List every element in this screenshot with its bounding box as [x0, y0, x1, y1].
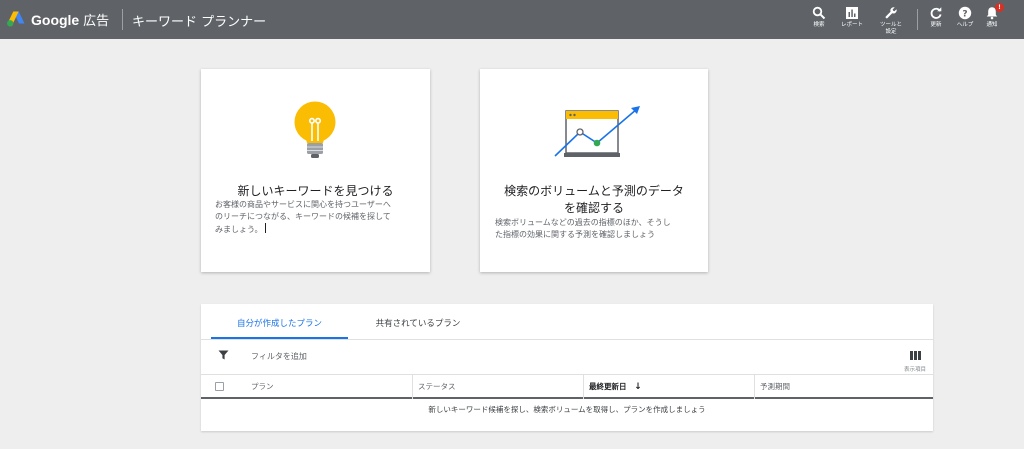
reports-button[interactable]: レポート	[834, 6, 870, 29]
column-header-status[interactable]: ステータス	[418, 375, 456, 399]
tab-my-plans[interactable]: 自分が作成したプラン	[211, 304, 348, 339]
svg-text:?: ?	[962, 9, 967, 19]
column-header-forecast-period[interactable]: 予測期間	[760, 375, 790, 399]
tools-settings-button[interactable]: ツールと 設定	[873, 6, 909, 35]
notifications-button[interactable]: ! 通知	[974, 3, 1010, 29]
discover-desc-line: お客様の商品やサービスに関心を持つユーザーへ	[215, 200, 391, 209]
columns-button[interactable]: 表示項目	[899, 345, 931, 373]
filter-icon[interactable]	[218, 350, 229, 360]
tools-settings-label: ツールと 設定	[873, 22, 909, 35]
column-header-last-updated[interactable]: 最終更新日 ↓	[589, 375, 642, 399]
notification-badge: !	[995, 3, 1004, 12]
forecast-desc-line: 検索ボリュームなどの過去の指標のほか、そうし	[495, 218, 671, 227]
tools-label-line1: ツールと	[879, 22, 902, 28]
lightbulb-icon	[294, 101, 336, 158]
page-title: キーワード プランナー	[132, 15, 267, 30]
forecast-chart-icon	[554, 106, 640, 157]
forecast-card[interactable]: 検索のボリュームと予測のデータ を確認する 検索ボリュームなどの過去の指標のほか…	[480, 69, 708, 272]
wrench-icon	[885, 7, 897, 19]
table-header	[201, 375, 933, 399]
search-icon	[812, 6, 826, 20]
tools-label-line2: 設定	[885, 28, 897, 35]
empty-state-message: 新しいキーワード候補を探し、検索ボリュームを取得し、プランを作成しましょう	[428, 405, 706, 414]
search-button[interactable]: 検索	[801, 6, 837, 29]
discover-card-title: 新しいキーワードを見つける	[237, 184, 394, 198]
discover-desc-line: みましょう。	[215, 223, 391, 236]
google-ads-logo-icon[interactable]	[6, 10, 26, 28]
notifications-label: 通知	[986, 22, 998, 28]
brand-name[interactable]: Google 広告	[31, 10, 109, 29]
column-divider	[754, 375, 755, 399]
reports-label: レポート	[840, 22, 863, 28]
brand-ads: 広告	[83, 13, 110, 28]
column-header-plan[interactable]: プラン	[251, 375, 274, 399]
reports-icon	[846, 7, 858, 19]
tab-shared-plans[interactable]: 共有されているプラン	[353, 304, 483, 339]
search-label: 検索	[813, 22, 825, 28]
help-icon: ?	[958, 6, 972, 19]
discover-card-description: お客様の商品やサービスに関心を持つユーザーへ のリーチにつながる、キーワードの候…	[215, 199, 391, 236]
forecast-card-description: 検索ボリュームなどの過去の指標のほか、そうし た指標の効果に関する予測を確認しま…	[495, 217, 671, 241]
last-updated-label: 最終更新日	[589, 382, 627, 391]
top-app-bar: Google 広告 キーワード プランナー 検索 レポート ツールと設定 更新	[0, 0, 1024, 39]
columns-icon	[909, 351, 921, 360]
tab-divider	[201, 339, 933, 340]
brand-google: Google	[31, 12, 80, 28]
discover-keywords-card[interactable]: 新しいキーワードを見つける お客様の商品やサービスに関心を持つユーザーへ のリー…	[201, 69, 430, 272]
forecast-card-title-line2: を確認する	[563, 201, 624, 215]
sort-arrow-icon: ↓	[634, 382, 642, 392]
plans-panel: 自分が作成したプラン 共有されているプラン フィルタを追加 表示項目 プラン ス…	[201, 304, 933, 431]
column-divider	[583, 375, 584, 399]
header-divider	[122, 9, 123, 30]
text-cursor	[264, 223, 266, 233]
refresh-icon	[930, 7, 942, 19]
forecast-desc-line: た指標の効果に関する予測を確認しましょう	[495, 230, 655, 239]
forecast-card-title-line1: 検索のボリュームと予測のデータ	[504, 184, 684, 198]
discover-desc-text: みましょう。	[215, 225, 263, 234]
columns-label: 表示項目	[903, 367, 926, 373]
select-all-checkbox[interactable]	[215, 382, 224, 391]
discover-desc-line: のリーチにつながる、キーワードの候補を探して	[215, 212, 391, 221]
add-filter-button[interactable]: フィルタを追加	[251, 351, 307, 362]
column-divider	[412, 375, 413, 399]
